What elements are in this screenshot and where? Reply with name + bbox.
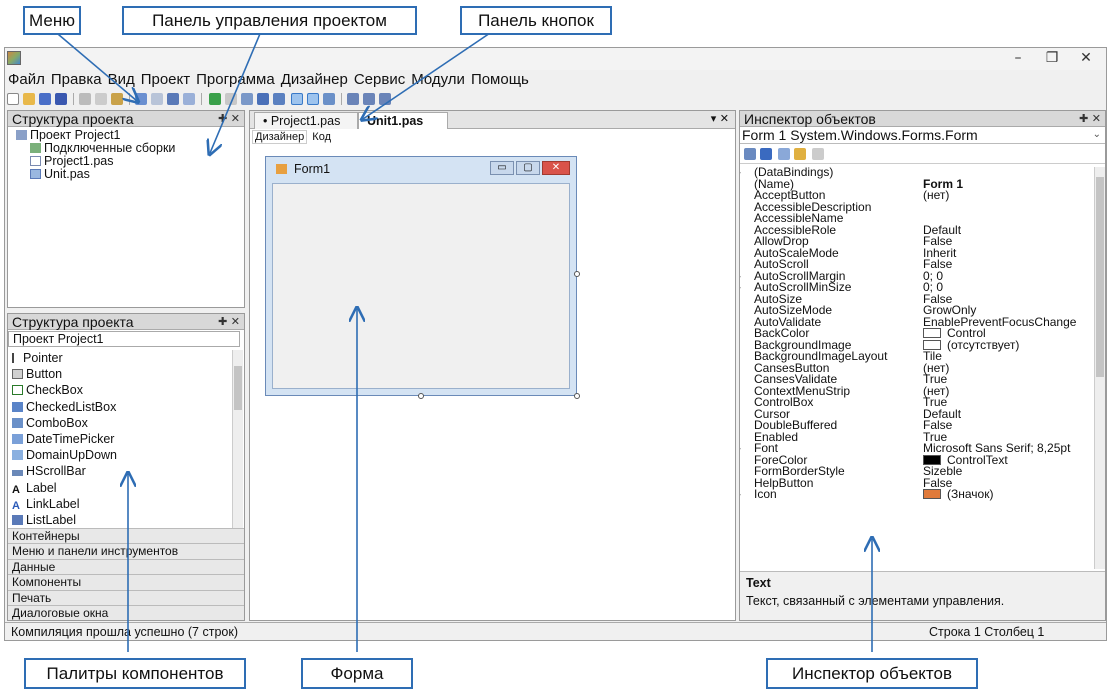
callout-inspector: Инспектор объектов — [766, 658, 978, 689]
callout-project-panel: Панель управления проектом — [122, 6, 417, 35]
arrow-menu — [51, 28, 137, 101]
arrow-buttons-panel — [363, 28, 497, 119]
callout-buttons-panel: Панель кнопок — [460, 6, 612, 35]
annotation-arrows — [51, 28, 1110, 652]
callout-palettes: Палитры компонентов — [24, 658, 246, 689]
arrow-project-panel — [210, 28, 263, 153]
callout-menu: Меню — [23, 6, 81, 35]
callout-form: Форма — [301, 658, 413, 689]
